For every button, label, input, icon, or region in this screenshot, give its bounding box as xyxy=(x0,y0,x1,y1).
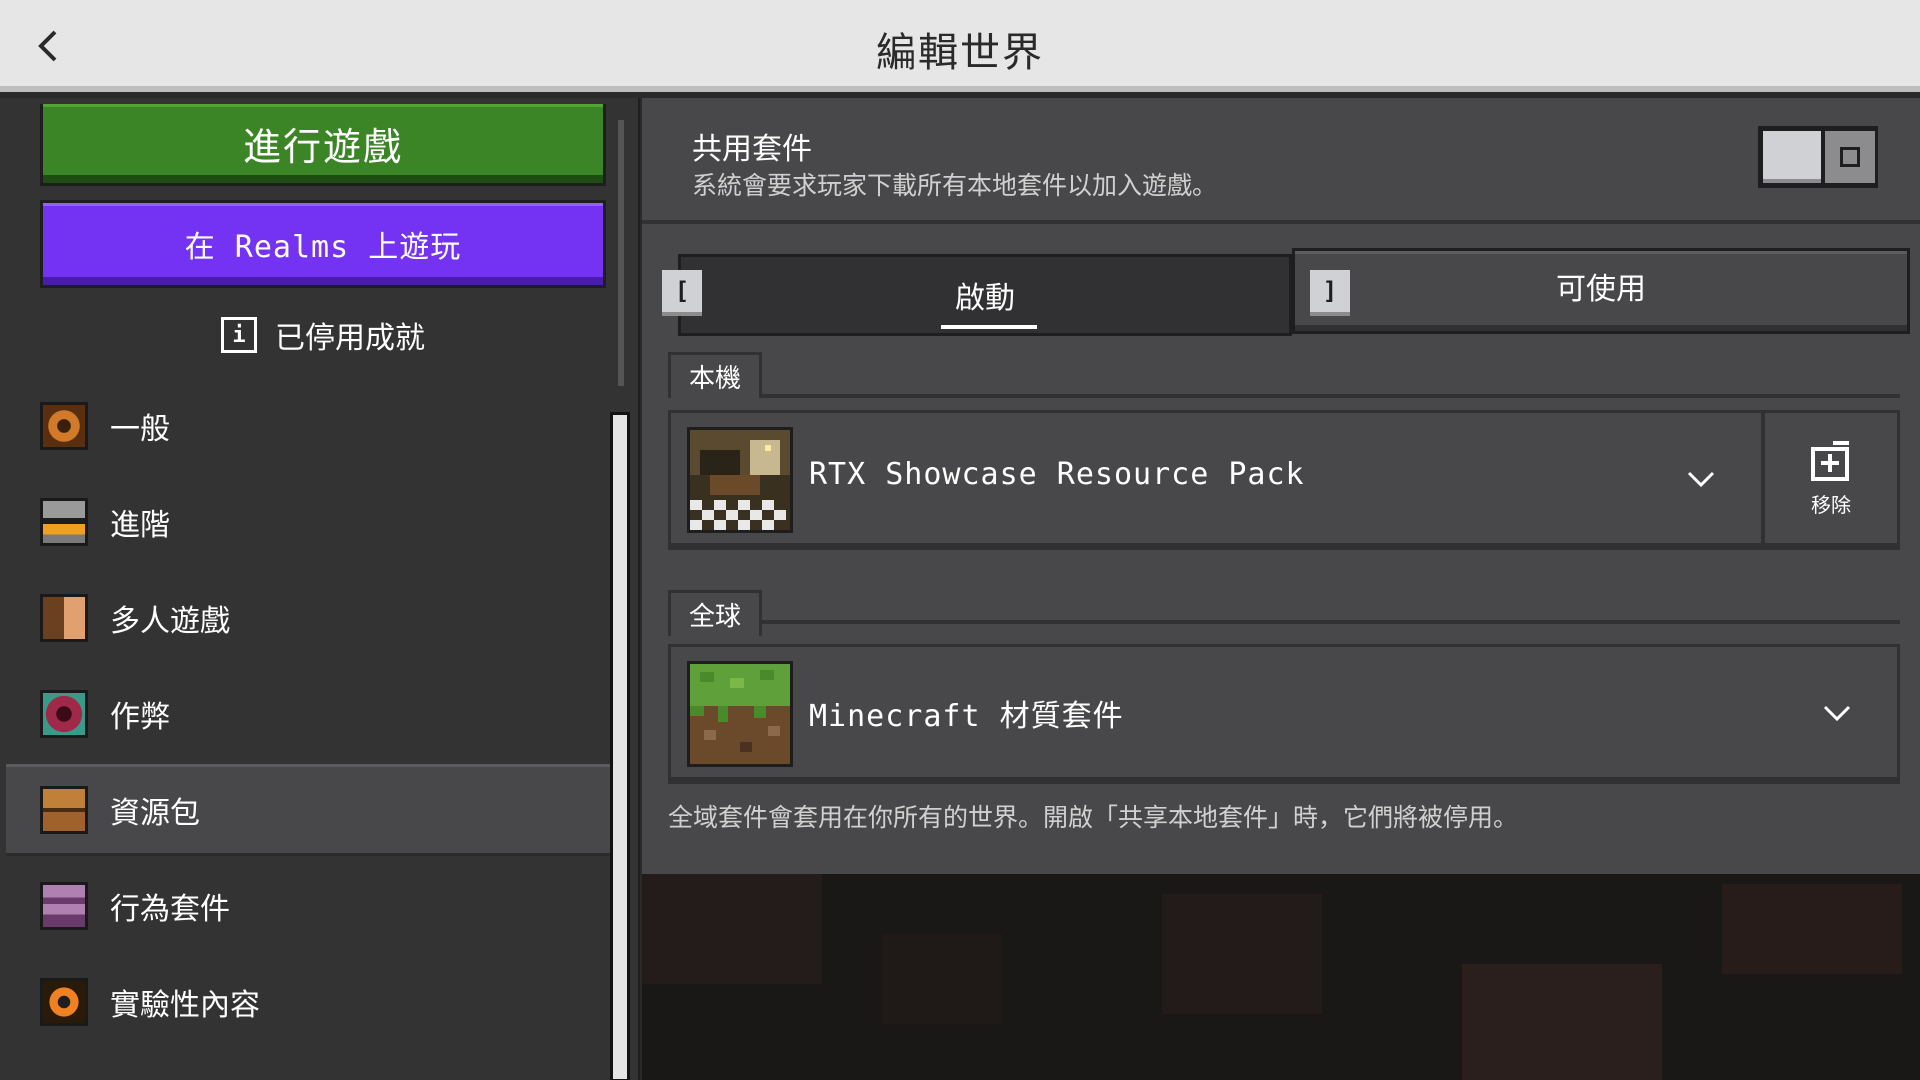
local-pack-row[interactable]: RTX Showcase Resource Pack 移除 xyxy=(668,410,1900,550)
chevron-down-icon[interactable] xyxy=(1683,461,1719,497)
chevron-down-icon[interactable] xyxy=(1819,695,1855,731)
sidebar-item-label: 多人遊戲 xyxy=(110,604,230,639)
sidebar: 進行遊戲 在 Realms 上遊玩 i 已停用成就 一般 進階 多人遊戲 作弊 … xyxy=(0,98,640,1080)
global-packs-note: 全域套件會套用在你所有的世界。開啟「共享本地套件」時，它們將被停用。 xyxy=(668,803,1519,832)
toggle-knob xyxy=(1763,131,1821,183)
players-icon xyxy=(40,594,88,642)
next-tab-button[interactable]: ] xyxy=(1310,270,1350,316)
world-background xyxy=(642,874,1920,1080)
achievements-label: 已停用成就 xyxy=(275,321,425,356)
section-divider xyxy=(642,220,1920,224)
remove-button[interactable]: 移除 xyxy=(1761,413,1897,543)
local-section-label: 本機 xyxy=(668,352,763,398)
sidebar-item-general[interactable]: 一般 xyxy=(6,380,610,472)
page-title: 編輯世界 xyxy=(876,30,1044,76)
pack-tabs: [ 啟動 可使用 ] xyxy=(662,248,1910,338)
sidebar-item-label: 作弊 xyxy=(110,700,170,735)
chest-icon xyxy=(40,786,88,834)
shared-packs-description: 系統會要求玩家下載所有本地套件以加入遊戲。 xyxy=(692,171,1218,200)
remove-label: 移除 xyxy=(1811,492,1851,517)
sidebar-item-experimental[interactable]: 實驗性內容 xyxy=(6,956,610,1048)
global-pack-row[interactable]: Minecraft 材質套件 xyxy=(668,644,1900,784)
app-root: 編輯世界 進行遊戲 在 Realms 上遊玩 i 已停用成就 一般 進階 多人遊… xyxy=(0,0,1920,1080)
resource-packs-panel: 共用套件 系統會要求玩家下載所有本地套件以加入遊戲。 [ 啟動 可使用 ] 本機 xyxy=(642,98,1920,874)
rtx-pack-thumbnail xyxy=(687,427,793,533)
sidebar-scrollbar[interactable] xyxy=(610,120,630,1080)
shared-packs-toggle[interactable] xyxy=(1758,126,1878,188)
shared-packs-title: 共用套件 xyxy=(692,132,812,167)
tab-underline xyxy=(941,325,1037,329)
tab-available-label: 可使用 xyxy=(1556,272,1646,307)
scrollbar-track-upper xyxy=(618,120,624,386)
minecraft-pack-thumbnail xyxy=(687,661,793,767)
sidebar-item-label: 資源包 xyxy=(110,796,200,831)
furnace-icon xyxy=(40,498,88,546)
tab-active[interactable]: 啟動 xyxy=(678,254,1292,336)
sidebar-item-resource-packs[interactable]: 資源包 xyxy=(6,764,610,856)
experimental-icon xyxy=(40,978,88,1026)
info-icon: i xyxy=(221,317,257,353)
play-on-realms-button[interactable]: 在 Realms 上遊玩 xyxy=(40,200,606,288)
global-section-line xyxy=(668,620,1900,624)
previous-tab-button[interactable]: [ xyxy=(662,270,702,316)
tab-available[interactable]: 可使用 xyxy=(1292,248,1910,334)
header-bar: 編輯世界 xyxy=(0,0,1920,92)
global-section-label: 全球 xyxy=(668,590,763,636)
sidebar-item-label: 一般 xyxy=(110,412,170,447)
sidebar-item-cheats[interactable]: 作弊 xyxy=(6,668,610,760)
off-circle-icon xyxy=(1840,147,1860,167)
command-block-icon xyxy=(40,690,88,738)
gear-icon xyxy=(40,402,88,450)
toggle-off-indicator xyxy=(1825,131,1875,183)
scrollbar-thumb[interactable] xyxy=(610,412,630,1080)
behavior-pack-icon xyxy=(40,882,88,930)
sidebar-item-multiplayer[interactable]: 多人遊戲 xyxy=(6,572,610,664)
local-section-line xyxy=(668,394,1900,398)
remove-icon xyxy=(1811,440,1849,481)
sidebar-item-label: 進階 xyxy=(110,508,170,543)
local-pack-name: RTX Showcase Resource Pack xyxy=(809,457,1305,492)
sidebar-item-behavior-packs[interactable]: 行為套件 xyxy=(6,860,610,952)
global-pack-name: Minecraft 材質套件 xyxy=(809,699,1124,734)
tab-active-label: 啟動 xyxy=(955,281,1015,316)
sidebar-item-label: 實驗性內容 xyxy=(110,988,260,1023)
sidebar-item-label: 行為套件 xyxy=(110,892,230,927)
achievements-disabled-notice[interactable]: i 已停用成就 xyxy=(40,310,606,360)
play-button[interactable]: 進行遊戲 xyxy=(40,104,606,186)
sidebar-item-advanced[interactable]: 進階 xyxy=(6,476,610,568)
